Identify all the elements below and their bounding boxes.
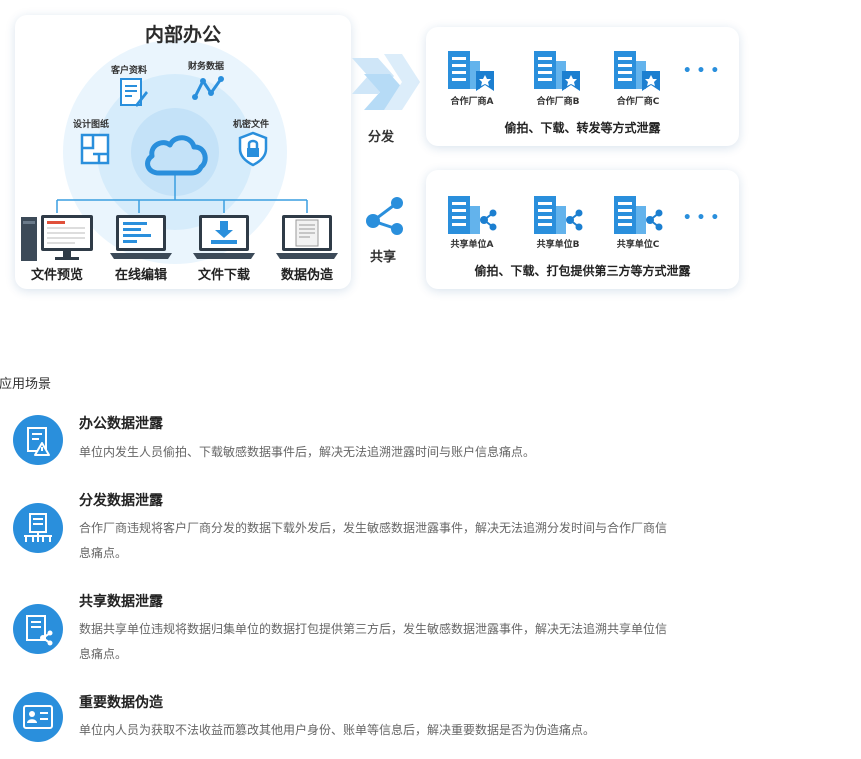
- scenario-title-office: 办公数据泄露: [79, 416, 163, 432]
- device-label-download: 文件下载: [197, 268, 250, 283]
- scenario-desc-share: 数据共享单位违规将数据归集单位的数据打包提供第三方后，发生敏感数据泄露事件，解决…: [79, 617, 667, 667]
- partner-building-icon-a: [448, 51, 494, 91]
- scenario-desc-office: 单位内发生人员偷拍、下载敏感数据事件后，解决无法追溯泄露时间与账户信息痛点。: [79, 440, 535, 465]
- share-unit-label-c: 共享单位C: [616, 240, 660, 250]
- partner-label-a: 合作厂商A: [450, 97, 494, 107]
- satellite-label-finance: 财务数据: [188, 62, 225, 72]
- laptop-download-icon: [193, 215, 255, 259]
- distribute-panel: 合作厂商A 合作厂商B 合作厂商C • • • 偷拍、下载、转发等方式泄露: [426, 27, 739, 146]
- laptop-document-icon: [276, 215, 338, 259]
- internal-office-title: 内部办公: [144, 24, 221, 46]
- share-building-icon-b: [534, 196, 583, 234]
- share-label: 共享: [369, 250, 396, 265]
- desc-line: 单位内发生人员偷拍、下载敏感数据事件后，解决无法追溯泄露时间与账户信息痛点。: [79, 445, 536, 459]
- device-label-edit: 在线编辑: [114, 268, 167, 283]
- blueprint-icon: [80, 133, 110, 165]
- partner-label-c: 合作厂商C: [616, 97, 660, 107]
- share-building-icon-a: [448, 196, 497, 234]
- scenario-title-share: 共享数据泄露: [79, 594, 163, 610]
- device-label-preview: 文件预览: [30, 268, 83, 283]
- scenario-desc-forgery: 单位内人员为获取不法收益而篡改其他用户身份、账单等信息后，解决重要数据是否为伪造…: [79, 718, 595, 743]
- desc-line: 息痛点。: [79, 647, 128, 661]
- share-leak-icon: [13, 604, 63, 654]
- desc-line: 数据共享单位违规将数据归集单位的数据打包提供第三方后，发生敏感数据泄露事件，解决…: [79, 622, 668, 636]
- scenario-title-forgery: 重要数据伪造: [79, 695, 163, 711]
- finance-chart-icon: [192, 76, 224, 100]
- satellite-label-customer: 客户资料: [111, 66, 148, 76]
- share-unit-label-a: 共享单位A: [450, 240, 494, 250]
- share-node-icon: [366, 197, 403, 235]
- laptop-edit-icon: [110, 215, 172, 259]
- desc-line: 合作厂商违规将客户厂商分发的数据下载外发后，发生敏感数据泄露事件，解决无法追溯分…: [79, 521, 668, 535]
- customer-document-icon: [120, 78, 148, 107]
- secure-shield-icon: [238, 131, 268, 167]
- distribute-arrow-icon: [352, 54, 420, 110]
- more-dots-share: • • •: [682, 210, 720, 226]
- share-caption: 偷拍、下载、打包提供第三方等方式泄露: [474, 264, 691, 278]
- internal-office-panel: 内部办公 客户资料 财务数据 设计图纸 机密文件 文件预览 在线编辑 文件下载 …: [15, 15, 351, 289]
- partner-building-icon-c: [614, 51, 660, 91]
- distribute-caption: 偷拍、下载、转发等方式泄露: [504, 121, 661, 135]
- desc-line: 息痛点。: [79, 546, 128, 560]
- scenario-desc-distribute: 合作厂商违规将客户厂商分发的数据下载外发后，发生敏感数据泄露事件，解决无法追溯分…: [79, 516, 667, 566]
- distribute-leak-icon: [13, 503, 63, 553]
- device-label-forgery: 数据伪造: [280, 268, 333, 283]
- satellite-label-secret: 机密文件: [233, 120, 270, 130]
- cloud-icon: [145, 135, 208, 176]
- office-leak-icon: [13, 415, 63, 465]
- desc-line: 单位内人员为获取不法收益而篡改其他用户身份、账单等信息后，解决重要数据是否为伪造…: [79, 723, 596, 737]
- share-panel: 共享单位A 共享单位B 共享单位C • • • 偷拍、下载、打包提供第三方等方式…: [426, 170, 739, 289]
- scenario-title-distribute: 分发数据泄露: [79, 493, 163, 509]
- satellite-label-blueprint: 设计图纸: [73, 120, 110, 130]
- scenarios-heading: 应用场景: [0, 377, 52, 392]
- desktop-computer-icon: [21, 215, 93, 261]
- share-unit-label-b: 共享单位B: [536, 240, 580, 250]
- partner-label-b: 合作厂商B: [536, 97, 580, 107]
- share-building-icon-c: [614, 196, 663, 234]
- distribute-label: 分发: [367, 130, 394, 145]
- more-dots-distribute: • • •: [682, 63, 720, 79]
- partner-building-icon-b: [534, 51, 580, 91]
- data-forgery-icon: [13, 692, 63, 742]
